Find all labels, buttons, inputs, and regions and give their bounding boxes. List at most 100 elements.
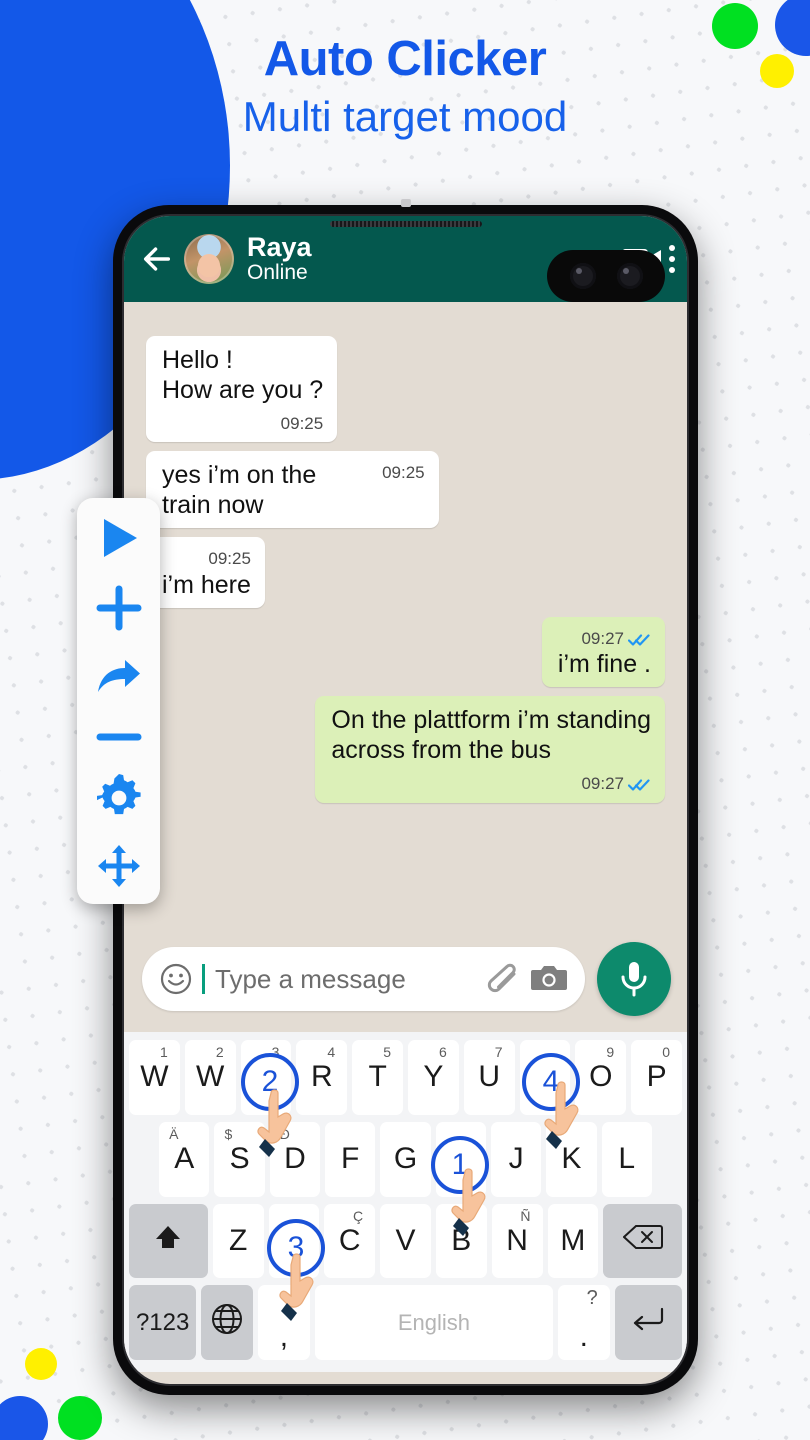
- key-l[interactable]: L: [601, 1121, 652, 1197]
- message-time: 09:25: [208, 549, 251, 569]
- camera-lens-icon: [616, 263, 643, 289]
- key-label: A: [174, 1142, 195, 1176]
- key-z[interactable]: Z: [212, 1203, 264, 1279]
- keyboard-row-1: 1W 2W 3 4R 5T 6Y 7U 9O 0P: [129, 1040, 682, 1115]
- key-m[interactable]: M: [547, 1203, 599, 1279]
- move-icon[interactable]: [93, 842, 145, 890]
- key-w2[interactable]: 2W: [184, 1040, 236, 1115]
- avatar[interactable]: [184, 234, 234, 284]
- row-spacer: [129, 1122, 154, 1197]
- proximity-sensor-dot: [400, 199, 411, 207]
- enter-key[interactable]: [614, 1285, 683, 1360]
- message-time: 09:25: [280, 414, 324, 433]
- period-key[interactable]: ?.: [557, 1285, 610, 1360]
- virtual-keyboard[interactable]: 1W 2W 3 4R 5T 6Y 7U 9O 0P ÄA $ S ĐD F G J: [124, 1032, 687, 1372]
- page-subtitle: Multi target mood: [242, 93, 568, 141]
- spacebar[interactable]: English: [314, 1285, 553, 1360]
- key-t[interactable]: 5T: [352, 1040, 403, 1115]
- message-meta: 09:25: [382, 463, 425, 483]
- key-label: R: [310, 1060, 333, 1094]
- message-text: Hello !: [162, 346, 233, 374]
- tap-marker-1[interactable]: 1: [431, 1136, 489, 1236]
- key-w1[interactable]: 1W: [129, 1040, 180, 1115]
- play-icon[interactable]: [93, 514, 145, 562]
- keyboard-row-2: ÄA $ S ĐD F G J K L: [129, 1121, 682, 1197]
- key-r[interactable]: 4R: [296, 1040, 348, 1115]
- tap-marker-2[interactable]: 2: [241, 1053, 299, 1157]
- punch-hole-camera: [547, 250, 665, 302]
- keyboard-language-label: English: [397, 1309, 470, 1335]
- key-j[interactable]: J: [490, 1121, 542, 1197]
- key-sup: ?: [586, 1287, 598, 1310]
- key-f[interactable]: F: [325, 1121, 376, 1197]
- key-label: P: [646, 1060, 667, 1094]
- phone-screen: Raya Online Hello ! How are you ? 09:25: [122, 214, 689, 1386]
- shift-key[interactable]: [128, 1203, 208, 1279]
- key-label: J: [508, 1142, 524, 1176]
- tap-marker-3[interactable]: 3: [267, 1219, 325, 1321]
- emoji-smiley-icon[interactable]: [160, 963, 192, 995]
- floating-toolbar[interactable]: [77, 498, 160, 904]
- message-text: across from the bus: [331, 736, 551, 765]
- key-label: V: [395, 1223, 416, 1257]
- chat-message-list[interactable]: Hello ! How are you ? 09:25 09:25 yes i’…: [124, 302, 687, 926]
- camera-lens-icon: [569, 263, 596, 289]
- key-label: T: [368, 1060, 387, 1094]
- key-label: W: [196, 1060, 225, 1094]
- search-input-container[interactable]: Type a message: [142, 947, 585, 1011]
- microphone-icon[interactable]: [597, 942, 671, 1016]
- pointing-hand-icon: [257, 1087, 297, 1159]
- tap-marker-4[interactable]: 4: [522, 1053, 580, 1149]
- key-sup: 6: [439, 1044, 447, 1060]
- back-arrow-icon[interactable]: [140, 242, 174, 276]
- deco-circle-yellow-bottom: [25, 1348, 57, 1380]
- message-bubble-incoming[interactable]: 09:25 yes i’m on the train now: [146, 451, 439, 529]
- pointing-hand-icon: [451, 1166, 491, 1238]
- message-bubble-outgoing[interactable]: On the plattform i’m standing across fro…: [315, 696, 665, 803]
- read-receipt-icon: [627, 632, 651, 646]
- key-n[interactable]: ÑN: [491, 1203, 543, 1279]
- key-u[interactable]: 7U: [463, 1040, 515, 1115]
- key-sup: Ç: [352, 1207, 364, 1224]
- key-label: M: [560, 1223, 586, 1257]
- phone-mockup: Raya Online Hello ! How are you ? 09:25: [113, 199, 698, 1395]
- language-key[interactable]: [201, 1285, 254, 1360]
- key-label: ,: [279, 1320, 289, 1353]
- key-a[interactable]: ÄA: [159, 1121, 210, 1197]
- minus-icon[interactable]: [93, 724, 145, 750]
- message-time: 09:25: [382, 463, 425, 483]
- key-y[interactable]: 6Y: [408, 1040, 459, 1115]
- key-g[interactable]: G: [380, 1121, 431, 1197]
- gear-icon[interactable]: [93, 772, 145, 820]
- keyboard-row-4: ?123 ’, English ?.: [129, 1285, 683, 1360]
- key-c[interactable]: ÇC: [324, 1203, 376, 1279]
- symbols-key[interactable]: ?123: [129, 1285, 197, 1360]
- message-bubble-outgoing[interactable]: 09:27 i’m fine .: [541, 616, 665, 688]
- message-time: 09:27: [581, 628, 624, 648]
- overflow-menu-icon[interactable]: [669, 245, 675, 273]
- plus-icon[interactable]: [93, 584, 145, 632]
- key-label: C: [338, 1223, 361, 1257]
- key-label: U: [478, 1060, 501, 1094]
- key-label: ?123: [135, 1308, 190, 1336]
- camera-icon[interactable]: [531, 962, 567, 996]
- headline-block: Auto Clicker Multi target mood: [0, 33, 810, 141]
- message-input[interactable]: Type a message: [215, 964, 475, 995]
- key-v[interactable]: V: [380, 1203, 431, 1279]
- message-bubble-incoming[interactable]: Hello ! How are you ? 09:25: [146, 336, 338, 443]
- key-label: N: [506, 1223, 528, 1257]
- paperclip-icon[interactable]: [485, 962, 521, 996]
- key-sup: 7: [494, 1044, 503, 1060]
- text-cursor: [202, 964, 205, 994]
- key-label: L: [618, 1142, 636, 1176]
- backspace-key[interactable]: [603, 1203, 683, 1279]
- message-meta: 09:27: [581, 774, 651, 794]
- key-sup: 5: [383, 1044, 391, 1060]
- key-p[interactable]: 0P: [631, 1040, 682, 1115]
- key-label: F: [341, 1142, 360, 1176]
- message-bubble-incoming[interactable]: 09:25 i’m here: [146, 537, 265, 608]
- read-receipt-icon: [627, 777, 651, 791]
- message-text: On the plattform i’m standing: [331, 706, 651, 735]
- forward-arrow-icon[interactable]: [93, 654, 145, 702]
- key-sup: $: [224, 1125, 233, 1142]
